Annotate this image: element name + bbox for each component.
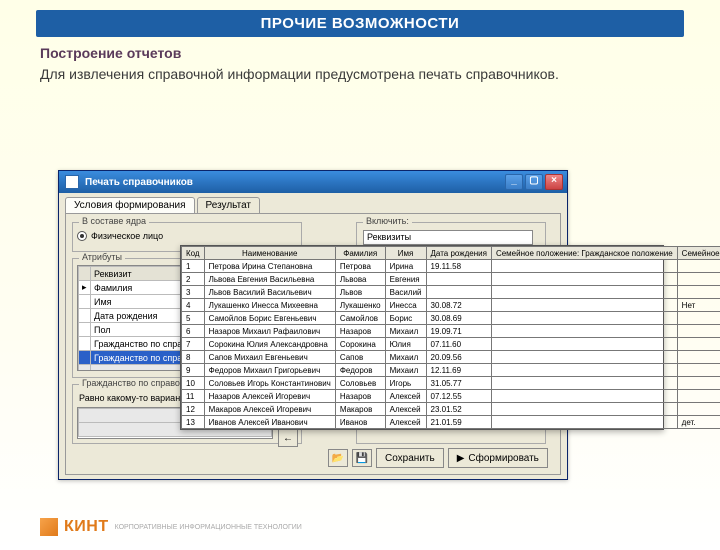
close-button[interactable]: × xyxy=(545,174,563,190)
save-icon-button[interactable]: 💾 xyxy=(352,449,372,467)
col-header: Имя xyxy=(385,247,426,260)
play-icon: ▶ xyxy=(457,453,465,464)
col-header: Дата рождения xyxy=(426,247,491,260)
section-body: Для извлечения справочной информации пре… xyxy=(40,65,680,84)
titlebar: Печать справочников _ ▢ × xyxy=(59,171,567,193)
section-subtitle: Построение отчетов xyxy=(40,45,680,61)
page-header: ПРОЧИЕ ВОЗМОЖНОСТИ xyxy=(36,10,684,37)
minimize-button[interactable]: _ xyxy=(505,174,523,190)
col-header: Фамилия xyxy=(335,247,385,260)
table-row: 7Сорокина Юлия АлександровнаСорокинаЮлия… xyxy=(182,338,720,351)
build-button[interactable]: ▶Сформировать xyxy=(448,448,548,468)
table-row: 3Львов Василий ВасильевичЛьвовВасилий xyxy=(182,286,720,299)
table-row: 13Иванов Алексей ИвановичИвановАлексей21… xyxy=(182,416,720,429)
radio-fizlico[interactable]: Физическое лицо xyxy=(77,231,297,241)
logo-icon xyxy=(40,518,58,536)
table-row: 8Сапов Михаил ЕвгеньевичСаповМихаил20.09… xyxy=(182,351,720,364)
table-row: 11Назаров Алексей ИгоревичНазаровАлексей… xyxy=(182,390,720,403)
table-row: 4Лукашенко Инесса МихеевнаЛукашенкоИнесс… xyxy=(182,299,720,312)
filter-remove-button[interactable]: ← xyxy=(278,429,298,447)
maximize-button[interactable]: ▢ xyxy=(525,174,543,190)
col-header: Наименование xyxy=(204,247,335,260)
table-row: 6Назаров Михаил РафаиловичНазаровМихаил1… xyxy=(182,325,720,338)
tab-result[interactable]: Результат xyxy=(197,197,260,213)
save-button[interactable]: Сохранить xyxy=(376,448,444,468)
window-title: Печать справочников xyxy=(85,177,193,188)
data-overlay-table: КодНаименованиеФамилияИмяДата рожденияСе… xyxy=(180,245,664,430)
table-row: 5Самойлов Борис ЕвгеньевичСамойловБорис3… xyxy=(182,312,720,325)
window-icon xyxy=(65,175,79,189)
table-row: 9Федоров Михаил ГригорьевичФедоровМихаил… xyxy=(182,364,720,377)
table-row: 10Соловьев Игорь КонстантиновичСоловьевИ… xyxy=(182,377,720,390)
tab-conditions[interactable]: Условия формирования xyxy=(65,197,195,213)
table-row: 1Петрова Ирина СтепановнаПетроваИрина19.… xyxy=(182,260,720,273)
col-header: Семейное положение: Гражданское положени… xyxy=(491,247,677,260)
brand-logo: КИНТ КОРПОРАТИВНЫЕ ИНФОРМАЦИОННЫЕ ТЕХНОЛ… xyxy=(40,518,302,536)
logo-tagline: КОРПОРАТИВНЫЕ ИНФОРМАЦИОННЫЕ ТЕХНОЛОГИИ xyxy=(115,524,302,531)
tab-strip: Условия формирования Результат xyxy=(65,197,561,213)
open-button[interactable]: 📂 xyxy=(328,449,348,467)
include-select[interactable]: Реквизиты xyxy=(363,230,533,245)
table-row: 2Львова Евгения ВасильевнаЛьвоваЕвгения xyxy=(182,273,720,286)
col-header: Код xyxy=(182,247,205,260)
table-row: 12Макаров Алексей ИгоревичМакаровАлексей… xyxy=(182,403,720,416)
logo-name: КИНТ xyxy=(64,518,109,536)
col-header: Семейное положение: Дети xyxy=(677,247,720,260)
